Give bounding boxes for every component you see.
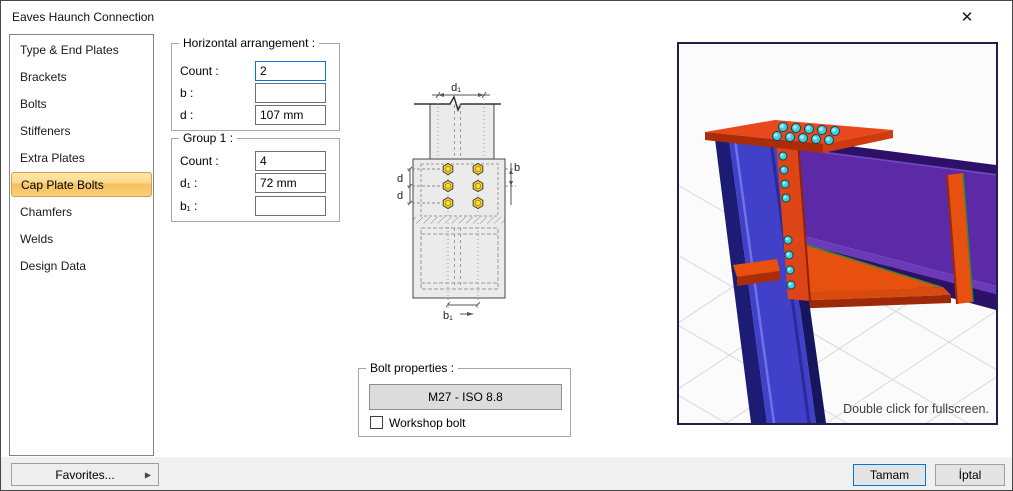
sidebar-item-welds[interactable]: Welds <box>10 225 153 252</box>
g1-d1-label: d₁ : <box>180 173 197 193</box>
group1-title: Group 1 : <box>179 131 237 145</box>
favorites-button[interactable]: Favorites... ▶ <box>11 463 159 486</box>
g1-b1-input[interactable] <box>255 196 326 216</box>
horizontal-arrangement-title: Horizontal arrangement : <box>179 36 319 50</box>
column-section <box>413 97 505 298</box>
cancel-button[interactable]: İptal <box>935 464 1005 486</box>
sidebar-item-bolts[interactable]: Bolts <box>10 90 153 117</box>
sidebar-item-cap-plate-bolts[interactable]: Cap Plate Bolts <box>11 172 152 197</box>
bolt-arrangement-diagram: d₁ d d b b₁ <box>394 83 521 325</box>
sidebar-item-brackets[interactable]: Brackets <box>10 63 153 90</box>
workshop-bolt-label: Workshop bolt <box>389 416 465 430</box>
dim-label-d-top: d <box>397 173 403 185</box>
eaves-haunch-connection-dialog: Eaves Haunch Connection ✕ Type & End Pla… <box>0 0 1013 491</box>
g1-b1-label: b₁ : <box>180 196 197 216</box>
horizontal-arrangement-group: Horizontal arrangement : Count : b : d : <box>171 43 340 131</box>
fullscreen-hint: Double click for fullscreen. <box>843 402 989 416</box>
sidebar-item-type-end-plates[interactable]: Type & End Plates <box>10 36 153 63</box>
bolt-properties-title: Bolt properties : <box>366 361 458 375</box>
g1-count-label: Count : <box>180 151 219 171</box>
bolt-size-button[interactable]: M27 - ISO 8.8 <box>369 384 562 410</box>
ha-count-input[interactable] <box>255 61 326 81</box>
sidebar-item-extra-plates[interactable]: Extra Plates <box>10 144 153 171</box>
ha-d-label: d : <box>180 105 193 125</box>
sidebar-item-stiffeners[interactable]: Stiffeners <box>10 117 153 144</box>
dim-label-d1: d₁ <box>451 83 461 94</box>
favorites-label: Favorites... <box>55 468 114 482</box>
dim-label-d-bottom: d <box>397 190 403 202</box>
sidebar-item-design-data[interactable]: Design Data <box>10 252 153 279</box>
dim-label-b1: b₁ <box>443 310 453 322</box>
group1-group: Group 1 : Count : d₁ : b₁ : <box>171 138 340 222</box>
preview-3d-view[interactable]: Double click for fullscreen. <box>677 42 998 425</box>
sidebar: Type & End Plates Brackets Bolts Stiffen… <box>9 34 154 456</box>
ok-button[interactable]: Tamam <box>853 464 926 486</box>
window-title: Eaves Haunch Connection <box>12 10 154 24</box>
ha-count-label: Count : <box>180 61 219 81</box>
close-icon[interactable]: ✕ <box>951 4 983 30</box>
sidebar-item-chamfers[interactable]: Chamfers <box>10 198 153 225</box>
workshop-bolt-checkbox[interactable] <box>370 416 383 429</box>
plate-hatch-edge <box>414 217 505 224</box>
ha-d-input[interactable] <box>255 105 326 125</box>
ha-b-input[interactable] <box>255 83 326 103</box>
ha-b-label: b : <box>180 83 193 103</box>
dimension-b-right: b <box>505 162 520 205</box>
bolt-properties-group: Bolt properties : M27 - ISO 8.8 Workshop… <box>358 368 571 437</box>
favorites-arrow-icon: ▶ <box>145 470 151 479</box>
footer: Favorites... ▶ Tamam İptal <box>1 457 1013 491</box>
g1-d1-input[interactable] <box>255 173 326 193</box>
g1-count-input[interactable] <box>255 151 326 171</box>
dimension-d1: d₁ <box>432 83 490 98</box>
preview-3d-render <box>679 44 996 423</box>
titlebar: Eaves Haunch Connection ✕ <box>1 1 1012 33</box>
dim-label-b: b <box>514 162 520 174</box>
dimension-b1-bottom: b₁ <box>443 302 480 322</box>
